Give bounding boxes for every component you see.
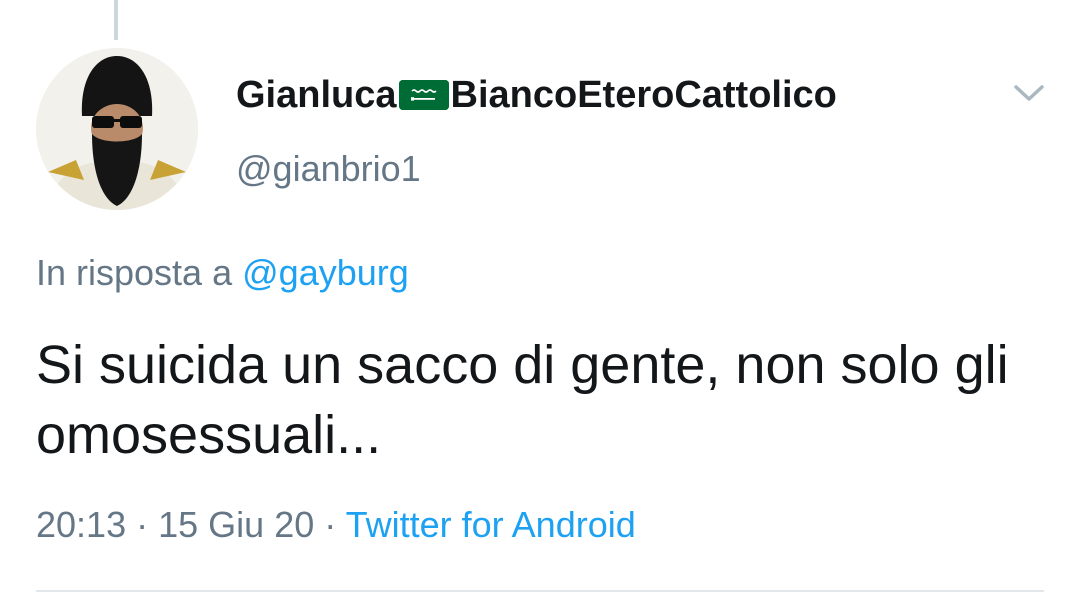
user-handle[interactable]: @gianbrio1 [236, 148, 421, 190]
tweet-text: Si suicida un sacco di gente, non solo g… [36, 335, 1009, 465]
divider [36, 590, 1044, 592]
avatar[interactable] [36, 48, 198, 210]
reply-mention-link[interactable]: @gayburg [242, 252, 409, 293]
display-name[interactable]: Gianluca BiancoEteroCattolico [236, 72, 837, 118]
reply-context: In risposta a @gayburg [36, 252, 409, 294]
chevron-down-icon[interactable] [1012, 78, 1046, 108]
reply-prefix: In risposta a [36, 252, 233, 293]
display-name-part1: Gianluca [236, 73, 397, 116]
meta-separator: · [324, 504, 337, 545]
saudi-arabia-flag-icon [398, 80, 449, 110]
avatar-image [36, 48, 198, 210]
tweet-source-link[interactable]: Twitter for Android [346, 504, 636, 545]
tweet-date: 15 Giu 20 [158, 504, 315, 545]
thread-connector-line [114, 0, 118, 40]
meta-separator: · [136, 504, 149, 545]
display-name-part2: BiancoEteroCattolico [450, 73, 837, 116]
tweet-time: 20:13 [36, 504, 127, 545]
tweet-metadata: 20:13 · 15 Giu 20 · Twitter for Android [36, 504, 636, 546]
